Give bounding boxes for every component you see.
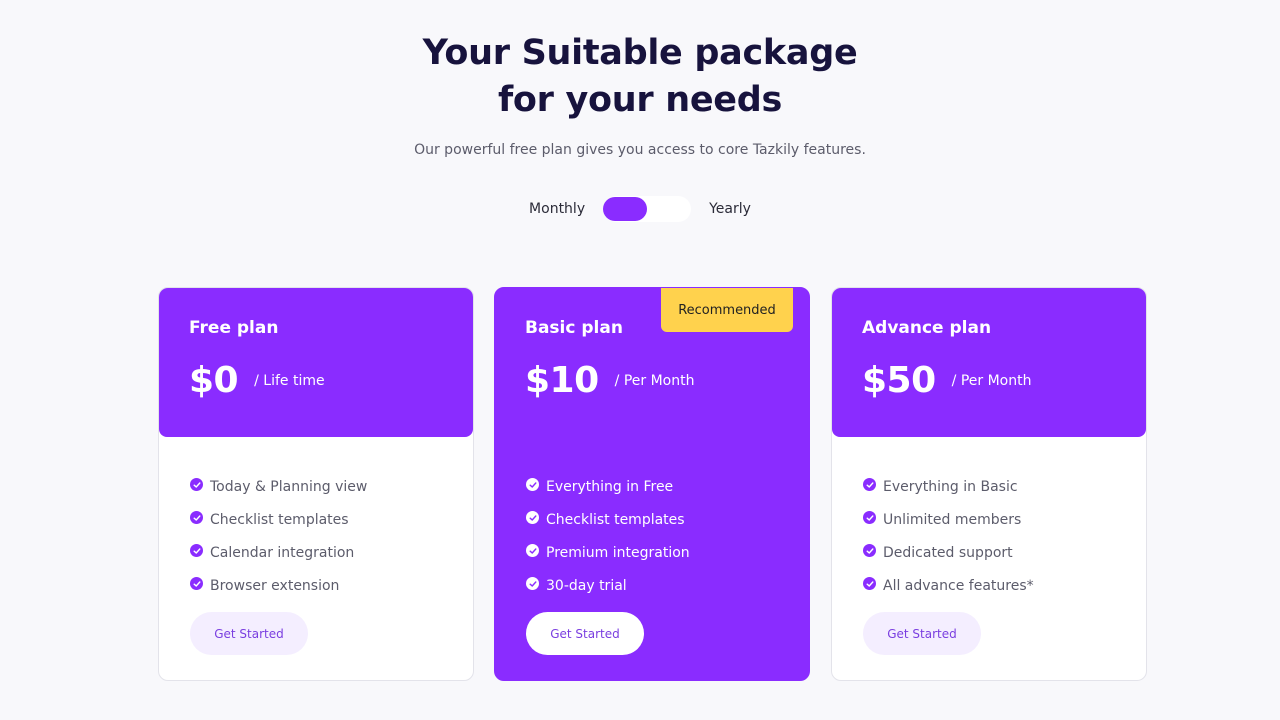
check-circle-icon	[190, 511, 203, 524]
feature-item: Premium integration	[526, 536, 690, 569]
plan-period: / Life time	[254, 372, 325, 389]
check-circle-icon	[863, 544, 876, 557]
check-circle-icon	[526, 511, 539, 524]
pricing-page: Your Suitable package for your needs Our…	[0, 0, 1280, 720]
page-subtitle: Our powerful free plan gives you access …	[414, 142, 866, 158]
feature-text: Checklist templates	[546, 511, 685, 528]
page-title-line-2: for your needs	[497, 80, 783, 120]
feature-text: All advance features*	[883, 577, 1034, 594]
feature-item: Checklist templates	[190, 503, 367, 536]
plan-period: / Per Month	[614, 372, 695, 389]
feature-list: Today & Planning view Checklist template…	[190, 470, 367, 602]
get-started-button[interactable]: Get Started	[863, 612, 981, 655]
check-circle-icon	[190, 544, 203, 557]
plan-period: / Per Month	[951, 372, 1032, 389]
plan-card-advance: Advance plan $50 / Per Month Everything …	[831, 287, 1147, 681]
feature-text: Browser extension	[210, 577, 340, 594]
check-circle-icon	[863, 577, 876, 590]
price-line: $50 / Per Month	[862, 360, 1031, 401]
feature-text: Premium integration	[546, 544, 690, 561]
check-circle-icon	[863, 478, 876, 491]
recommended-badge: Recommended	[661, 288, 793, 332]
toggle-knob[interactable]	[603, 197, 648, 221]
check-circle-icon	[190, 577, 203, 590]
plan-price: $10	[525, 360, 599, 401]
plan-name: Basic plan	[525, 318, 623, 338]
check-circle-icon	[863, 511, 876, 524]
price-line: $10 / Per Month	[525, 360, 694, 401]
check-circle-icon	[526, 577, 539, 590]
plan-card-free: Free plan $0 / Life time Today & Plannin…	[158, 287, 474, 681]
get-started-button[interactable]: Get Started	[526, 612, 644, 655]
feature-item: 30-day trial	[526, 569, 690, 602]
plan-card-header: Free plan $0 / Life time	[159, 288, 473, 437]
billing-toggle-row: Monthly Yearly	[0, 196, 1280, 222]
feature-item: All advance features*	[863, 569, 1034, 602]
feature-text: Unlimited members	[883, 511, 1022, 528]
feature-list: Everything in Basic Unlimited members De…	[863, 470, 1034, 602]
billing-period-toggle[interactable]	[603, 196, 692, 222]
feature-item: Today & Planning view	[190, 470, 367, 503]
plan-name: Advance plan	[862, 318, 992, 338]
feature-list: Everything in Free Checklist templates P…	[526, 470, 690, 602]
feature-text: Calendar integration	[210, 544, 355, 561]
feature-item: Everything in Free	[526, 470, 690, 503]
price-line: $0 / Life time	[189, 360, 325, 401]
plan-name: Free plan	[189, 318, 279, 338]
feature-item: Checklist templates	[526, 503, 690, 536]
feature-item: Unlimited members	[863, 503, 1034, 536]
check-circle-icon	[526, 544, 539, 557]
feature-item: Calendar integration	[190, 536, 367, 569]
plan-card-basic: Basic plan $10 / Per Month Recommended E…	[494, 287, 810, 681]
monthly-label[interactable]: Monthly	[529, 201, 585, 217]
get-started-button[interactable]: Get Started	[190, 612, 308, 655]
feature-text: Everything in Basic	[883, 478, 1018, 495]
page-title-line-1: Your Suitable package	[422, 33, 858, 73]
feature-item: Everything in Basic	[863, 470, 1034, 503]
feature-item: Dedicated support	[863, 536, 1034, 569]
feature-text: Checklist templates	[210, 511, 349, 528]
plan-price: $50	[862, 360, 936, 401]
yearly-label[interactable]: Yearly	[709, 201, 751, 217]
feature-text: Today & Planning view	[210, 478, 368, 495]
feature-text: Everything in Free	[546, 478, 674, 495]
plan-card-header: Basic plan $10 / Per Month Recommended	[495, 288, 809, 437]
page-title: Your Suitable package for your needs	[0, 30, 1280, 124]
check-circle-icon	[526, 478, 539, 491]
feature-text: 30-day trial	[546, 577, 627, 594]
plan-price: $0	[189, 360, 239, 401]
feature-text: Dedicated support	[883, 544, 1013, 561]
plan-card-header: Advance plan $50 / Per Month	[832, 288, 1146, 437]
feature-item: Browser extension	[190, 569, 367, 602]
check-circle-icon	[190, 478, 203, 491]
